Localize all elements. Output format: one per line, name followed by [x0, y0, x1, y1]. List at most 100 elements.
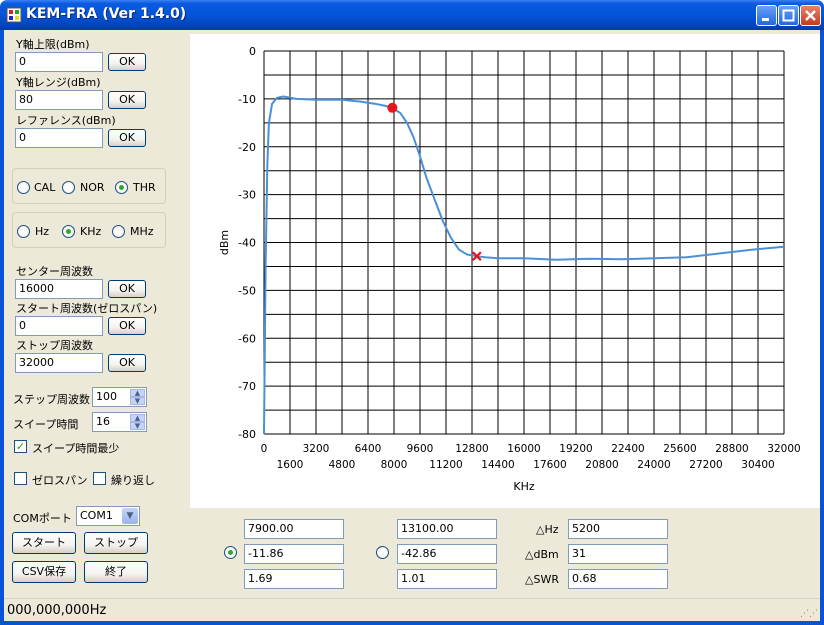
y-top-ok-button[interactable]: OK [108, 53, 146, 71]
x-tick-label: 12800 [455, 443, 488, 455]
marker1-hz-field[interactable]: 7900.00 [244, 519, 344, 539]
close-icon [805, 10, 816, 21]
x-tick-label: 24000 [637, 459, 670, 471]
reference-ok-button[interactable]: OK [108, 129, 146, 147]
reference-input[interactable]: 0 [15, 128, 103, 148]
unit-khz-radio[interactable] [62, 225, 75, 238]
start-freq-ok-button[interactable]: OK [108, 317, 146, 335]
delta-hz-label: △Hz [536, 523, 559, 536]
mode-cal-radio[interactable] [17, 181, 30, 194]
marker2-swr-field[interactable]: 1.01 [397, 569, 497, 589]
stop-button[interactable]: ストップ [84, 532, 148, 554]
close-button[interactable] [800, 5, 821, 26]
x-tick-label: 19200 [559, 443, 592, 455]
y-tick-label: -60 [238, 332, 256, 345]
y-tick-label: -20 [238, 141, 256, 154]
step-freq-down-icon[interactable]: ▼ [130, 397, 145, 405]
stop-freq-label: ストップ周波数 [16, 339, 93, 352]
x-tick-label: 4800 [329, 459, 356, 471]
marker1-radio[interactable] [224, 546, 237, 559]
x-tick-label: 8000 [381, 459, 408, 471]
repeat-checkbox[interactable] [93, 472, 106, 485]
stop-freq-input[interactable]: 32000 [15, 353, 103, 373]
x-tick-label: 6400 [355, 443, 382, 455]
resize-grip-icon[interactable]: ⋰⋰ [800, 609, 818, 619]
mode-cal-label: CAL [34, 181, 56, 194]
status-bar: 000,000,000Hz ⋰⋰ [4, 598, 820, 621]
x-tick-label: 1600 [277, 459, 304, 471]
delta-hz-field[interactable]: 5200 [568, 519, 668, 539]
delta-swr-field[interactable]: 0.68 [568, 569, 668, 589]
y-tick-label: -70 [238, 380, 256, 393]
title-bar[interactable]: KEM-FRA (Ver 1.4.0) [0, 0, 824, 30]
mode-thr-radio[interactable] [115, 181, 128, 194]
y-top-input[interactable]: 0 [15, 52, 103, 72]
mode-thr-label: THR [133, 181, 156, 194]
csv-save-button[interactable]: CSV保存 [12, 561, 76, 583]
unit-khz-label: KHz [80, 225, 102, 238]
marker1-point [387, 102, 398, 113]
unit-mhz-radio[interactable] [112, 225, 125, 238]
zero-span-checkbox[interactable] [14, 472, 27, 485]
sweep-time-label: スイープ時間 [13, 418, 79, 431]
sweep-min-label: スイープ時間最少 [32, 442, 120, 455]
marker1-dbm-field[interactable]: -11.86 [244, 544, 344, 564]
marker2-radio[interactable] [376, 546, 389, 559]
x-tick-label: 3200 [303, 443, 330, 455]
marker2-dbm-field[interactable]: -42.86 [397, 544, 497, 564]
step-freq-up-icon[interactable]: ▲ [130, 389, 145, 397]
x-tick-label: 11200 [429, 459, 462, 471]
x-tick-label: 25600 [663, 443, 696, 455]
center-freq-ok-button[interactable]: OK [108, 280, 146, 298]
exit-button[interactable]: 終了 [84, 561, 148, 583]
x-tick-label: 28800 [715, 443, 748, 455]
x-tick-label: 0 [261, 443, 268, 455]
unit-mhz-label: MHz [130, 225, 154, 238]
y-tick-label: -30 [238, 189, 256, 202]
step-freq-spinner[interactable]: 100 ▲ ▼ [92, 387, 147, 407]
window-frame-bottom [0, 621, 824, 625]
y-tick-label: -50 [238, 284, 256, 297]
x-tick-label: 32000 [767, 443, 800, 455]
sweep-time-down-icon[interactable]: ▼ [130, 422, 145, 430]
delta-swr-label: △SWR [525, 573, 559, 586]
sweep-time-up-icon[interactable]: ▲ [130, 414, 145, 422]
start-freq-input[interactable]: 0 [15, 316, 103, 336]
sweep-time-value: 16 [96, 415, 110, 428]
unit-hz-radio[interactable] [17, 225, 30, 238]
y-tick-label: -10 [238, 93, 256, 106]
status-frequency: 000,000,000Hz [7, 603, 107, 618]
sweep-min-checkbox[interactable]: ✓ [14, 440, 27, 453]
com-port-select[interactable]: COM1 ▼ [76, 506, 140, 526]
com-port-label: COMポート [13, 512, 72, 525]
window-title: KEM-FRA (Ver 1.4.0) [26, 6, 187, 22]
minimize-button[interactable] [756, 5, 777, 26]
y-range-input[interactable]: 80 [15, 90, 103, 110]
x-tick-label: 30400 [741, 459, 774, 471]
chevron-down-icon[interactable]: ▼ [122, 508, 138, 524]
chart-panel: 0 -10 -20 -30 -40 -50 -60 -70 -80 0 3200 6400 9600 12… [190, 34, 820, 508]
y-tick-label: -80 [238, 428, 256, 441]
mode-nor-radio[interactable] [62, 181, 75, 194]
stop-freq-ok-button[interactable]: OK [108, 354, 146, 372]
start-button[interactable]: スタート [12, 532, 76, 554]
frequency-response-chart: 0 -10 -20 -30 -40 -50 -60 -70 -80 0 3200 6400 9600 12… [218, 45, 801, 493]
maximize-button[interactable] [778, 5, 799, 26]
x-tick-label: 9600 [407, 443, 434, 455]
delta-dbm-field[interactable]: 31 [568, 544, 668, 564]
x-tick-label: 20800 [585, 459, 618, 471]
sweep-time-spinner[interactable]: 16 ▲ ▼ [92, 412, 147, 432]
marker2-hz-field[interactable]: 13100.00 [397, 519, 497, 539]
mode-nor-label: NOR [80, 181, 105, 194]
start-freq-label: スタート周波数(ゼロスパン) [16, 302, 158, 315]
y-top-label: Y軸上限(dBm) [16, 38, 90, 51]
client-area: Y軸上限(dBm) 0 OK Y軸レンジ(dBm) 80 OK レファレンス(d… [4, 30, 820, 621]
app-icon [6, 7, 22, 23]
repeat-label: 繰り返し [111, 474, 155, 487]
x-tick-label: 14400 [481, 459, 514, 471]
y-range-ok-button[interactable]: OK [108, 91, 146, 109]
x-axis-title: KHz [513, 480, 534, 493]
marker1-swr-field[interactable]: 1.69 [244, 569, 344, 589]
center-freq-input[interactable]: 16000 [15, 279, 103, 299]
x-tick-label: 17600 [533, 459, 566, 471]
